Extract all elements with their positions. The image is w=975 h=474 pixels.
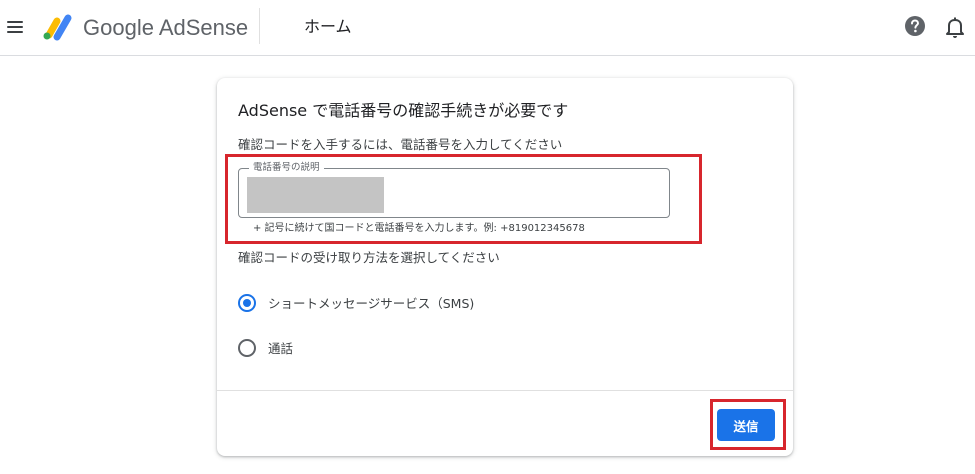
radio-button-sms[interactable] (238, 294, 256, 312)
card-divider (217, 390, 793, 391)
product-name: Google AdSense (83, 15, 249, 40)
radio-button-call[interactable] (238, 339, 256, 357)
method-title: 確認コードの受け取り方法を選択してください (238, 250, 500, 265)
top-app-bar: Google AdSense ホーム (0, 0, 975, 56)
card-title: AdSense で電話番号の確認手続きが必要です (238, 101, 569, 120)
highlight-annotation-phone-field (225, 154, 702, 244)
help-circle-icon[interactable] (904, 15, 926, 37)
hamburger-menu-icon[interactable] (4, 14, 26, 40)
adsense-logo (43, 14, 72, 41)
highlight-annotation-submit (710, 399, 786, 450)
phone-verification-card: AdSense で電話番号の確認手続きが必要です 確認コードを入手するには、電話… (217, 78, 793, 456)
radio-label-call: 通話 (268, 341, 294, 356)
bell-icon[interactable] (944, 15, 966, 39)
header-divider (259, 8, 260, 44)
radio-label-sms: ショートメッセージサービス（SMS) (268, 296, 475, 311)
card-subtitle: 確認コードを入手するには、電話番号を入力してください (238, 137, 563, 152)
page-title: ホーム (304, 17, 352, 36)
